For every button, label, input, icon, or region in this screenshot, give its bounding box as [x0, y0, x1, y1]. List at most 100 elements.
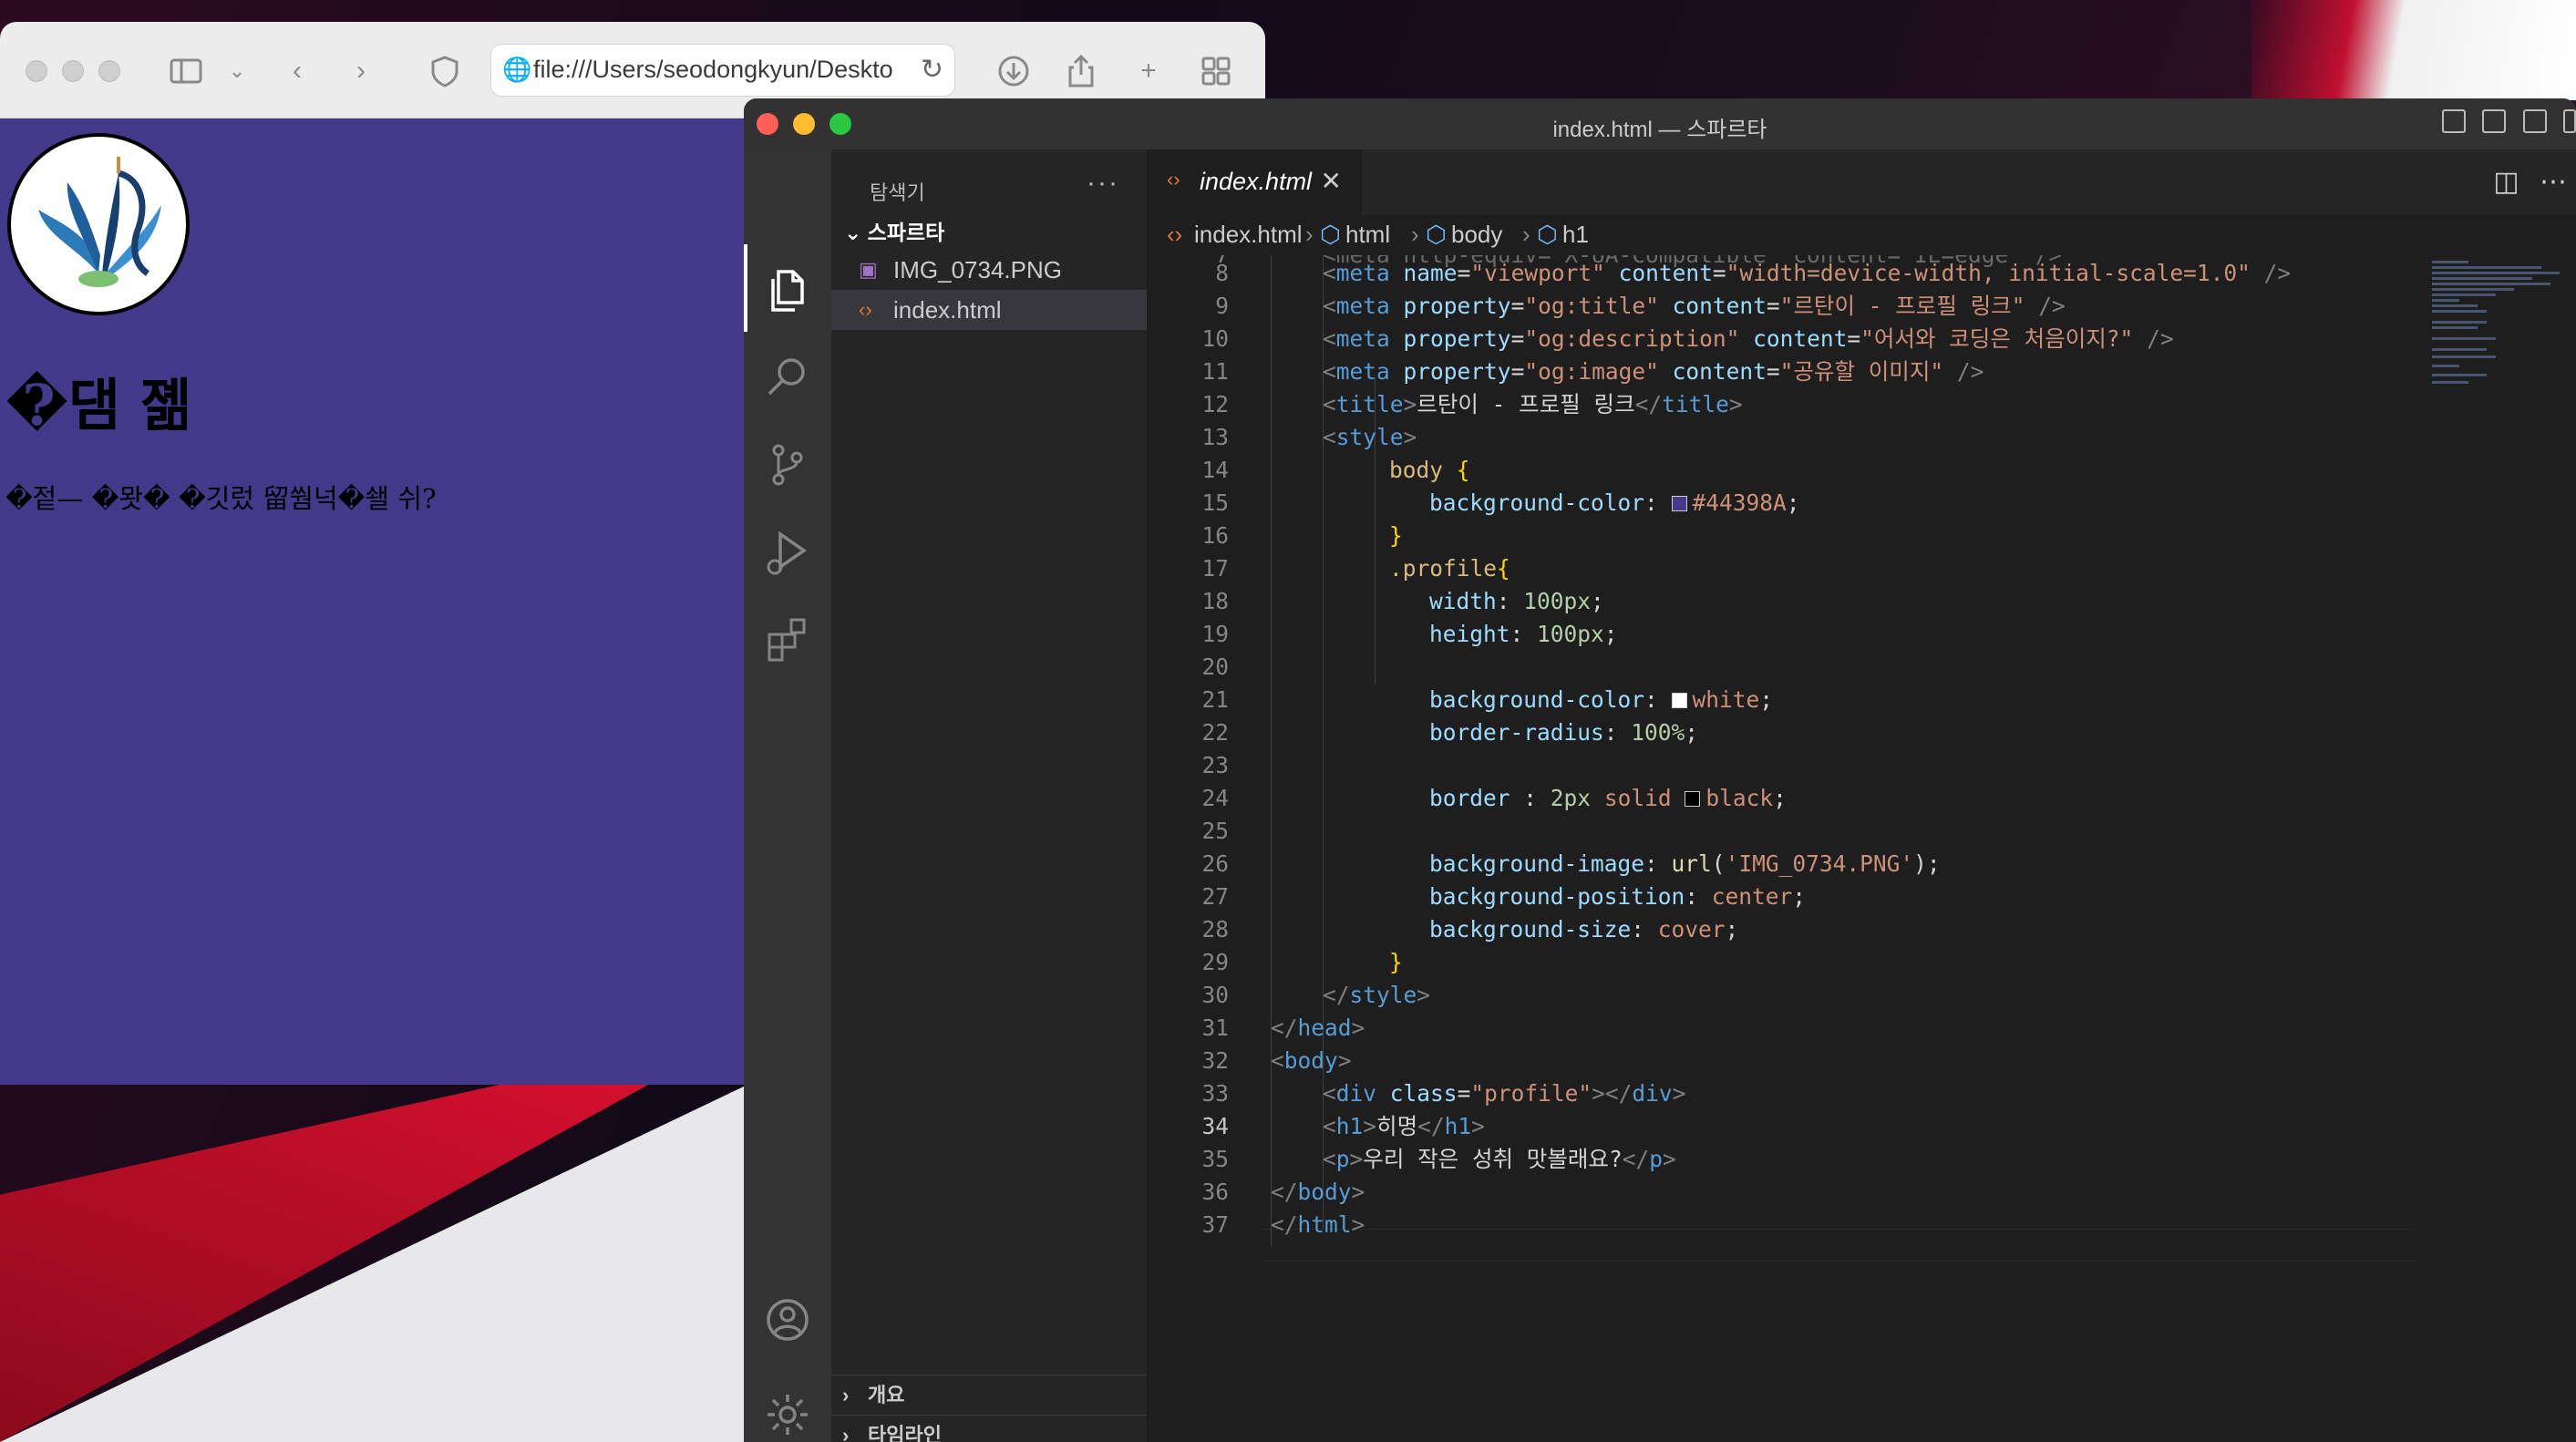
folder-name: 스파르타 [867, 221, 945, 244]
wallpaper-corner [2251, 0, 2576, 100]
vscode-window: index.html — 스파르타 탐색기 ··· ⌄ 스파르타 ▣ IMG_0… [744, 98, 2576, 1442]
safari-close-button[interactable] [26, 60, 47, 82]
tab-index-html[interactable]: ‹› index.html ✕ [1147, 149, 1362, 215]
section-label: 타임라인 [868, 1424, 942, 1442]
new-tab-icon[interactable]: + [1130, 53, 1167, 89]
code-line: 22 border-radius: 100%; [1201, 719, 1699, 746]
customize-layout-icon[interactable] [2563, 109, 2576, 133]
chevron-right-icon: › [842, 1384, 850, 1406]
safari-minimize-button[interactable] [62, 60, 84, 82]
color-swatch[interactable] [1671, 496, 1687, 511]
editor-tabbar: ‹› index.html ✕ ◫ ⋯ [1147, 149, 2576, 215]
code-line: 32 <body> [1201, 1047, 1352, 1074]
breadcrumb-file[interactable]: index.html [1194, 221, 1303, 249]
code-line: 37 </html> [1201, 1211, 1365, 1238]
page-paragraph: �젙— �뫗� �깃렀 留쒐넉�쇌 쉬? [5, 483, 437, 514]
element-icon: ⬡ [1320, 221, 1341, 248]
code-line: 33 <div class="profile"></div> [1201, 1080, 1686, 1107]
code-editor[interactable]: 7<meta http-equiv="X-UA-Compatible" cont… [1147, 255, 2423, 1442]
color-swatch[interactable] [1685, 791, 1701, 807]
code-line: 26 background-image: url('IMG_0734.PNG'); [1201, 850, 1941, 877]
code-line: 14 body { [1201, 457, 1470, 483]
source-control-icon[interactable] [762, 439, 813, 490]
html-file-icon: ‹› [859, 298, 872, 321]
gear-icon[interactable] [762, 1389, 813, 1440]
split-editor-icon[interactable]: ◫ [2493, 167, 2519, 197]
code-line: 24 border : 2px solid black; [1201, 785, 1787, 811]
extensions-icon[interactable] [762, 614, 813, 665]
file-item-image[interactable]: ▣ IMG_0734.PNG [831, 250, 1147, 290]
window-title: index.html — 스파르타 [1552, 118, 1767, 142]
code-line: 15 background-color: #44398A; [1201, 489, 1800, 516]
explorer-sidebar: 탐색기 ··· ⌄ 스파르타 ▣ IMG_0734.PNG ‹› index.h… [831, 149, 1147, 1442]
file-name: IMG_0734.PNG [893, 256, 1062, 283]
minimap[interactable] [2423, 255, 2576, 1442]
active-indicator [744, 244, 747, 332]
safari-zoom-button[interactable] [98, 60, 120, 82]
code-line: 35 <p>우리 작은 성취 맛볼래요?</p> [1201, 1146, 1676, 1172]
chevron-right-icon: › [1411, 221, 1419, 248]
code-line: 17 .profile{ [1201, 555, 1510, 582]
vscode-titlebar: index.html — 스파르타 [744, 98, 2576, 149]
element-icon: ⬡ [1426, 221, 1447, 248]
code-line: 21 background-color: white; [1201, 686, 1774, 713]
close-icon[interactable]: ✕ [1321, 166, 1342, 196]
code-line: 18 width: 100px; [1201, 588, 1604, 614]
code-line: 10 <meta property="og:description" conten… [1201, 325, 2174, 352]
more-actions-icon[interactable]: ··· [1087, 168, 1119, 199]
toggle-panel-icon[interactable] [2482, 109, 2507, 133]
code-line: 29} [1201, 949, 1403, 975]
globe-icon: 🌐 [502, 56, 532, 83]
outline-section[interactable]: › 개요 [831, 1375, 1147, 1415]
code-line: 34 <h1>히명</h1> [1201, 1113, 1485, 1139]
breadcrumb: ‹› index.html › ⬡ html › ⬡ body › ⬡ h1 [1147, 215, 2576, 255]
code-line: 31 </head> [1201, 1015, 1365, 1041]
profile-image [7, 133, 190, 315]
toggle-secondary-sidebar-icon[interactable] [2522, 109, 2547, 133]
chevron-right-icon: › [1522, 221, 1530, 248]
code-line: 30 </style> [1201, 982, 1431, 1008]
explorer-icon[interactable] [762, 264, 813, 315]
file-item-html[interactable]: ‹› index.html [831, 290, 1147, 330]
back-icon[interactable]: ‹ [279, 53, 315, 89]
code-line: 28 background-size: cover; [1201, 916, 1739, 942]
code-line: 19 height: 100px; [1201, 621, 1618, 647]
code-line: 13 <style> [1201, 424, 1417, 450]
explorer-title: 탐색기 [870, 181, 925, 204]
run-debug-icon[interactable] [762, 527, 813, 578]
more-icon[interactable]: ⋯ [2540, 167, 2567, 197]
share-icon[interactable] [1063, 53, 1099, 89]
reload-icon[interactable]: ↻ [921, 54, 943, 86]
chevron-down-icon: ⌄ [844, 221, 868, 244]
download-icon[interactable] [995, 53, 1032, 89]
code-line: 23 [1201, 752, 1229, 778]
file-name: index.html [893, 296, 1002, 324]
code-line: 36 </body> [1201, 1179, 1365, 1205]
page-heading: �댐 졞 [5, 372, 192, 438]
breadcrumb-body[interactable]: body [1451, 221, 1502, 249]
shield-icon[interactable] [427, 53, 463, 89]
accounts-icon[interactable] [762, 1294, 813, 1345]
breadcrumb-html[interactable]: html [1345, 221, 1390, 249]
logo-icon [38, 157, 161, 287]
url-bar[interactable]: 🌐 file:///Users/seodongkyun/Deskto ↻ [490, 44, 955, 97]
timeline-section[interactable]: › 타임라인 [831, 1415, 1147, 1442]
chevron-down-icon[interactable]: ⌄ [219, 53, 255, 89]
activity-bar [744, 149, 831, 1442]
code-line: 27 background-position: center; [1201, 883, 1807, 910]
tab-overview-icon[interactable] [1198, 53, 1234, 89]
chevron-right-icon: › [842, 1424, 850, 1442]
sidebar-toggle-icon[interactable] [168, 53, 204, 89]
forward-icon[interactable]: › [343, 53, 379, 89]
section-label: 개요 [868, 1384, 905, 1406]
url-text[interactable]: file:///Users/seodongkyun/Deskto [533, 56, 916, 84]
breadcrumb-h1[interactable]: h1 [1562, 221, 1589, 249]
folder-root[interactable]: ⌄ 스파르타 [844, 215, 944, 246]
chevron-right-icon: › [1305, 221, 1314, 248]
html-file-icon: ‹› [1167, 221, 1183, 248]
toggle-primary-sidebar-icon[interactable] [2441, 109, 2466, 133]
code-line: 16} [1201, 522, 1403, 549]
element-icon: ⬡ [1537, 221, 1558, 248]
color-swatch[interactable] [1671, 693, 1687, 708]
search-icon[interactable] [762, 352, 813, 403]
